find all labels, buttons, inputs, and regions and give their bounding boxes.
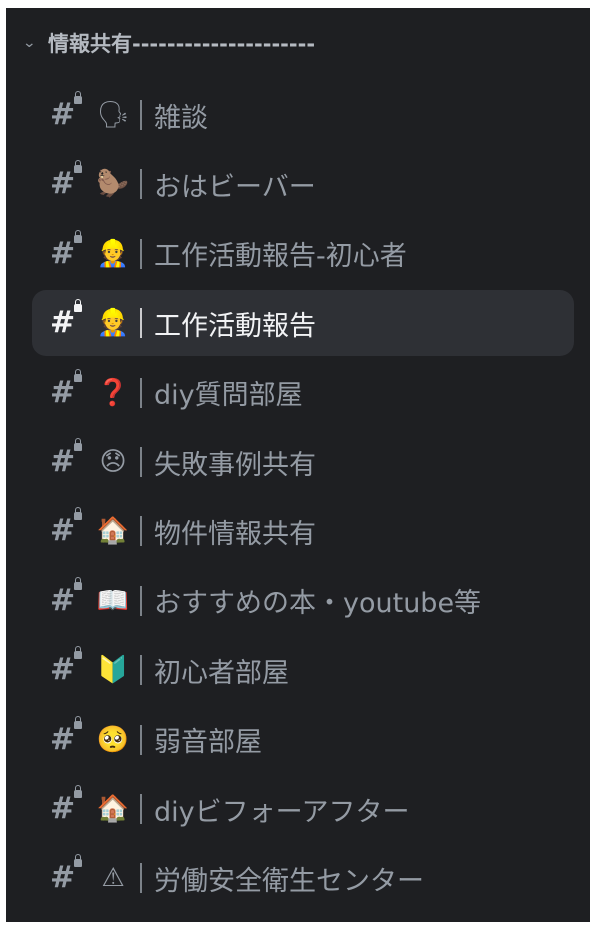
question-mark-icon: ❓ (96, 377, 130, 408)
pleading-face-icon: 🥺 (96, 724, 130, 755)
lock-icon (74, 438, 82, 451)
channel-item[interactable]: # 🔰 初心者部屋 (32, 637, 574, 703)
separator (140, 447, 142, 477)
locked-text-channel-icon: # (50, 854, 84, 893)
locked-text-channel-icon: # (50, 368, 84, 408)
channel-item[interactable]: # 👷 工作活動報告-初心者 (32, 221, 574, 287)
channel-sidebar: ⌄ 情報共有--------------------- # 🗣 雑談 # 🦫 おはビーバー… (6, 8, 590, 922)
lock-icon (74, 715, 82, 729)
separator (140, 655, 142, 686)
channel-name: 工作活動報告-初心者 (154, 241, 407, 273)
locked-text-channel-icon: # (50, 576, 84, 616)
locked-text-channel-icon: # (50, 507, 84, 546)
channel-name: 失敗事例共有 (154, 449, 316, 481)
category-header[interactable]: ⌄ 情報共有--------------------- (6, 26, 315, 60)
locked-text-channel-icon: # (50, 438, 84, 477)
channel-item[interactable]: # ⚠ 労働安全衛生センター (32, 845, 574, 911)
lock-icon (74, 368, 82, 382)
channel-name: おはビーバー (154, 171, 316, 203)
separator (140, 794, 142, 824)
separator (140, 863, 142, 894)
lock-icon (74, 507, 82, 521)
channel-item[interactable]: # 🦫 おはビーバー (32, 151, 574, 217)
channel-name: 初心者部屋 (154, 657, 289, 689)
lock-icon (74, 785, 82, 798)
channel-name: 弱音部屋 (154, 727, 262, 759)
locked-text-channel-icon: # (50, 91, 84, 130)
separator (140, 308, 142, 339)
lock-icon (74, 91, 82, 104)
locked-text-channel-icon: # (50, 646, 84, 685)
channel-name: 労働安全衛生センター (154, 865, 424, 897)
channel-item[interactable]: # 👷 工作活動報告 (32, 290, 574, 357)
channel-name: 工作活動報告 (154, 310, 316, 342)
lock-icon (74, 646, 82, 660)
separator (140, 100, 142, 130)
channel-item[interactable]: # 🏠 diyビフォーアフター (32, 776, 574, 842)
warning-icon: ⚠ (101, 863, 125, 894)
separator (140, 516, 142, 547)
separator (140, 377, 142, 408)
channel-item[interactable]: # 🥺 弱音部屋 (32, 707, 574, 773)
lock-icon (74, 299, 82, 313)
channel-item[interactable]: # ❓ diy質問部屋 (32, 360, 574, 426)
locked-text-channel-icon: # (50, 785, 84, 824)
disappointed-face-icon: 😞 (99, 447, 127, 477)
separator (140, 169, 142, 200)
beaver-icon: 🦫 (96, 169, 130, 200)
category-label: 情報共有--------------------- (48, 32, 316, 56)
lock-icon (74, 160, 82, 174)
beginner-mark-icon: 🔰 (96, 655, 130, 686)
channel-name: おすすめの本・youtube等 (154, 588, 482, 620)
locked-text-channel-icon: # (50, 160, 84, 199)
chevron-down-icon[interactable]: ⌄ (22, 35, 44, 51)
separator (140, 585, 142, 616)
separator (140, 724, 142, 755)
house-icon: 🏠 (96, 794, 130, 824)
locked-text-channel-icon: # (50, 229, 84, 269)
channel-name: 物件情報共有 (154, 518, 316, 550)
construction-worker-icon: 👷 (96, 308, 130, 339)
lock-icon (74, 229, 82, 243)
separator (140, 238, 142, 269)
lock-icon (74, 854, 82, 868)
channel-name: diy質問部屋 (154, 380, 303, 412)
lock-icon (74, 576, 82, 590)
channel-item[interactable]: # 😞 失敗事例共有 (32, 429, 574, 495)
locked-text-channel-icon: # (50, 715, 84, 755)
speaking-head-icon: 🗣 (96, 100, 130, 130)
channel-name: 雑談 (154, 102, 208, 134)
channel-item[interactable]: # 📖 おすすめの本・youtube等 (32, 568, 574, 634)
channel-name: diyビフォーアフター (154, 796, 410, 828)
channel-item[interactable]: # 🗣 雑談 (32, 82, 574, 148)
construction-worker-icon: 👷 (96, 238, 130, 269)
locked-text-channel-icon: # (50, 299, 84, 338)
open-book-icon: 📖 (96, 585, 130, 616)
house-icon: 🏠 (96, 516, 130, 547)
channel-item[interactable]: # 🏠 物件情報共有 (32, 498, 574, 564)
